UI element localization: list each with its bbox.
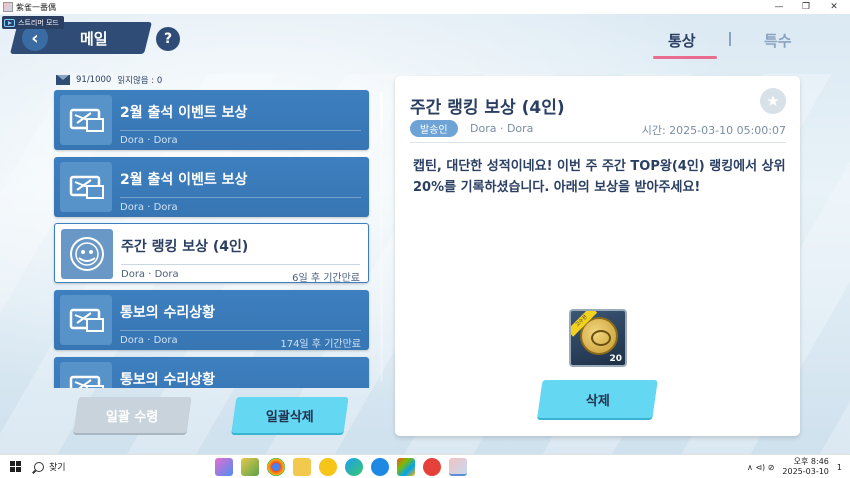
camera-icon xyxy=(4,18,15,27)
streamer-mode-badge[interactable]: 스트리머 모드 xyxy=(2,16,64,29)
detail-body: 캡틴, 대단한 성적이네요! 이번 주 주간 TOP왕(4인) 랭킹에서 상위 … xyxy=(413,159,786,195)
mail-item[interactable]: 통보의 수리상황 Dora · Dora 174일 후 기간만료 xyxy=(54,290,369,350)
app-s-icon[interactable] xyxy=(423,458,441,476)
windows-start-icon[interactable] xyxy=(10,461,21,472)
ticket-icon xyxy=(60,362,112,388)
mail-item-title: 통보의 수리상황 xyxy=(120,305,216,321)
tab-normal[interactable]: 통상 xyxy=(668,30,696,51)
scrollbar-thumb[interactable] xyxy=(380,92,383,128)
mail-item-selected[interactable]: 주간 랭킹 보상 (4인) Dora · Dora 6일 후 기간만료 xyxy=(54,223,369,284)
mail-item[interactable]: 2월 출석 이벤트 보상 Dora · Dora xyxy=(54,157,369,217)
search-icon xyxy=(34,461,44,472)
chrome-icon[interactable] xyxy=(267,458,285,476)
notification-icon[interactable]: 1 xyxy=(837,463,842,472)
mail-item-sender: Dora · Dora xyxy=(121,269,179,280)
mail-item-expiry: 6일 후 기간만료 xyxy=(292,273,360,284)
mail-item-sender: Dora · Dora xyxy=(120,335,178,346)
clock-date: 2025-03-10 xyxy=(782,467,829,476)
system-tray: ∧ ⊲) ⊘ 오후 8:46 2025-03-10 1 xyxy=(747,457,842,477)
app-icon xyxy=(3,2,13,12)
active-tab-indicator xyxy=(653,56,717,59)
page-title: 메일 xyxy=(80,30,108,48)
divider xyxy=(120,330,361,331)
envelope-icon xyxy=(56,75,70,85)
delete-button[interactable]: 삭제 xyxy=(537,380,658,418)
mail-item-sender: Dora · Dora xyxy=(120,202,178,213)
mail-item-title: 통보의 수리상황 xyxy=(120,372,216,388)
mail-list: 2월 출석 이벤트 보상 Dora · Dora 2월 출석 이벤트 보상 Do… xyxy=(52,88,372,388)
detail-title: 주간 랭킹 보상 (4인) xyxy=(410,98,565,118)
mail-item[interactable]: 통보의 수리상황 xyxy=(54,357,369,388)
store-icon[interactable] xyxy=(397,458,415,476)
medal-icon xyxy=(61,229,113,279)
receive-all-button[interactable]: 일괄 수령 xyxy=(73,397,192,433)
game-app-icon[interactable] xyxy=(449,458,467,476)
mail-count: 91/1000 읽지않음 : 0 xyxy=(56,74,162,86)
divider xyxy=(410,142,786,143)
mail-detail-panel: 주간 랭킹 보상 (4인) ★ 발송인 Dora · Dora 시간: 2025… xyxy=(395,76,800,436)
mail-item-title: 2월 출석 이벤트 보상 xyxy=(120,172,248,188)
taskbar-apps xyxy=(215,458,467,476)
reward-item[interactable]: 고수전 20 xyxy=(569,309,627,367)
detail-time: 시간: 2025-03-10 05:00:07 xyxy=(641,124,786,137)
tray-icons[interactable]: ∧ ⊲) ⊘ xyxy=(747,463,774,472)
widgets-icon[interactable] xyxy=(241,458,259,476)
mail-item-title: 2월 출석 이벤트 보상 xyxy=(120,105,248,121)
clock[interactable]: 오후 8:46 2025-03-10 xyxy=(782,457,829,477)
clock-time: 오후 8:46 xyxy=(793,457,829,466)
ticket-icon xyxy=(60,295,112,345)
window-titlebar: 紫雀一番偶 — ❐ ✕ xyxy=(0,0,850,14)
divider xyxy=(121,264,360,265)
reward-quantity: 20 xyxy=(609,354,622,364)
taskbar-search-label: 찾기 xyxy=(49,463,66,473)
delete-label: 삭제 xyxy=(585,393,610,409)
mail-item-expiry: 174일 후 기간만료 xyxy=(280,339,361,350)
folder-icon[interactable] xyxy=(293,458,311,476)
receive-all-label: 일괄 수령 xyxy=(106,409,159,425)
sender-tag: 발송인 xyxy=(410,120,458,137)
divider xyxy=(120,197,361,198)
scrollbar-track[interactable] xyxy=(380,92,383,382)
mail-item-title: 주간 랭킹 보상 (4인) xyxy=(121,239,249,255)
taskbar-search[interactable]: 찾기 xyxy=(34,460,66,473)
minimize-button[interactable]: — xyxy=(765,0,793,14)
delete-all-button[interactable]: 일괄삭제 xyxy=(231,397,349,433)
internet-explorer-icon[interactable] xyxy=(371,458,389,476)
restore-button[interactable]: ❐ xyxy=(792,0,820,14)
tab-divider xyxy=(729,32,731,46)
streamer-mode-label: 스트리머 모드 xyxy=(18,18,59,27)
edge-icon[interactable] xyxy=(345,458,363,476)
ticket-icon xyxy=(60,95,112,145)
star-icon[interactable]: ★ xyxy=(760,88,786,114)
tab-special[interactable]: 특수 xyxy=(764,30,792,51)
detail-sender: Dora · Dora xyxy=(470,122,534,135)
window-title: 紫雀一番偶 xyxy=(16,2,56,12)
help-button[interactable]: ? xyxy=(156,27,180,51)
unread-count: 읽지않음 : 0 xyxy=(117,76,163,86)
mail-item-sender: Dora · Dora xyxy=(120,135,178,146)
ticket-icon xyxy=(60,162,112,212)
close-button[interactable]: ✕ xyxy=(820,0,848,14)
copilot-icon[interactable] xyxy=(215,458,233,476)
media-player-icon[interactable] xyxy=(319,458,337,476)
mail-item[interactable]: 2월 출석 이벤트 보상 Dora · Dora xyxy=(54,90,369,150)
divider xyxy=(120,130,361,131)
delete-all-label: 일괄삭제 xyxy=(266,409,314,425)
mail-count-value: 91/1000 xyxy=(76,75,112,85)
windows-taskbar: 찾기 ∧ ⊲) ⊘ 오후 8:46 2025-03-10 1 xyxy=(0,454,850,478)
